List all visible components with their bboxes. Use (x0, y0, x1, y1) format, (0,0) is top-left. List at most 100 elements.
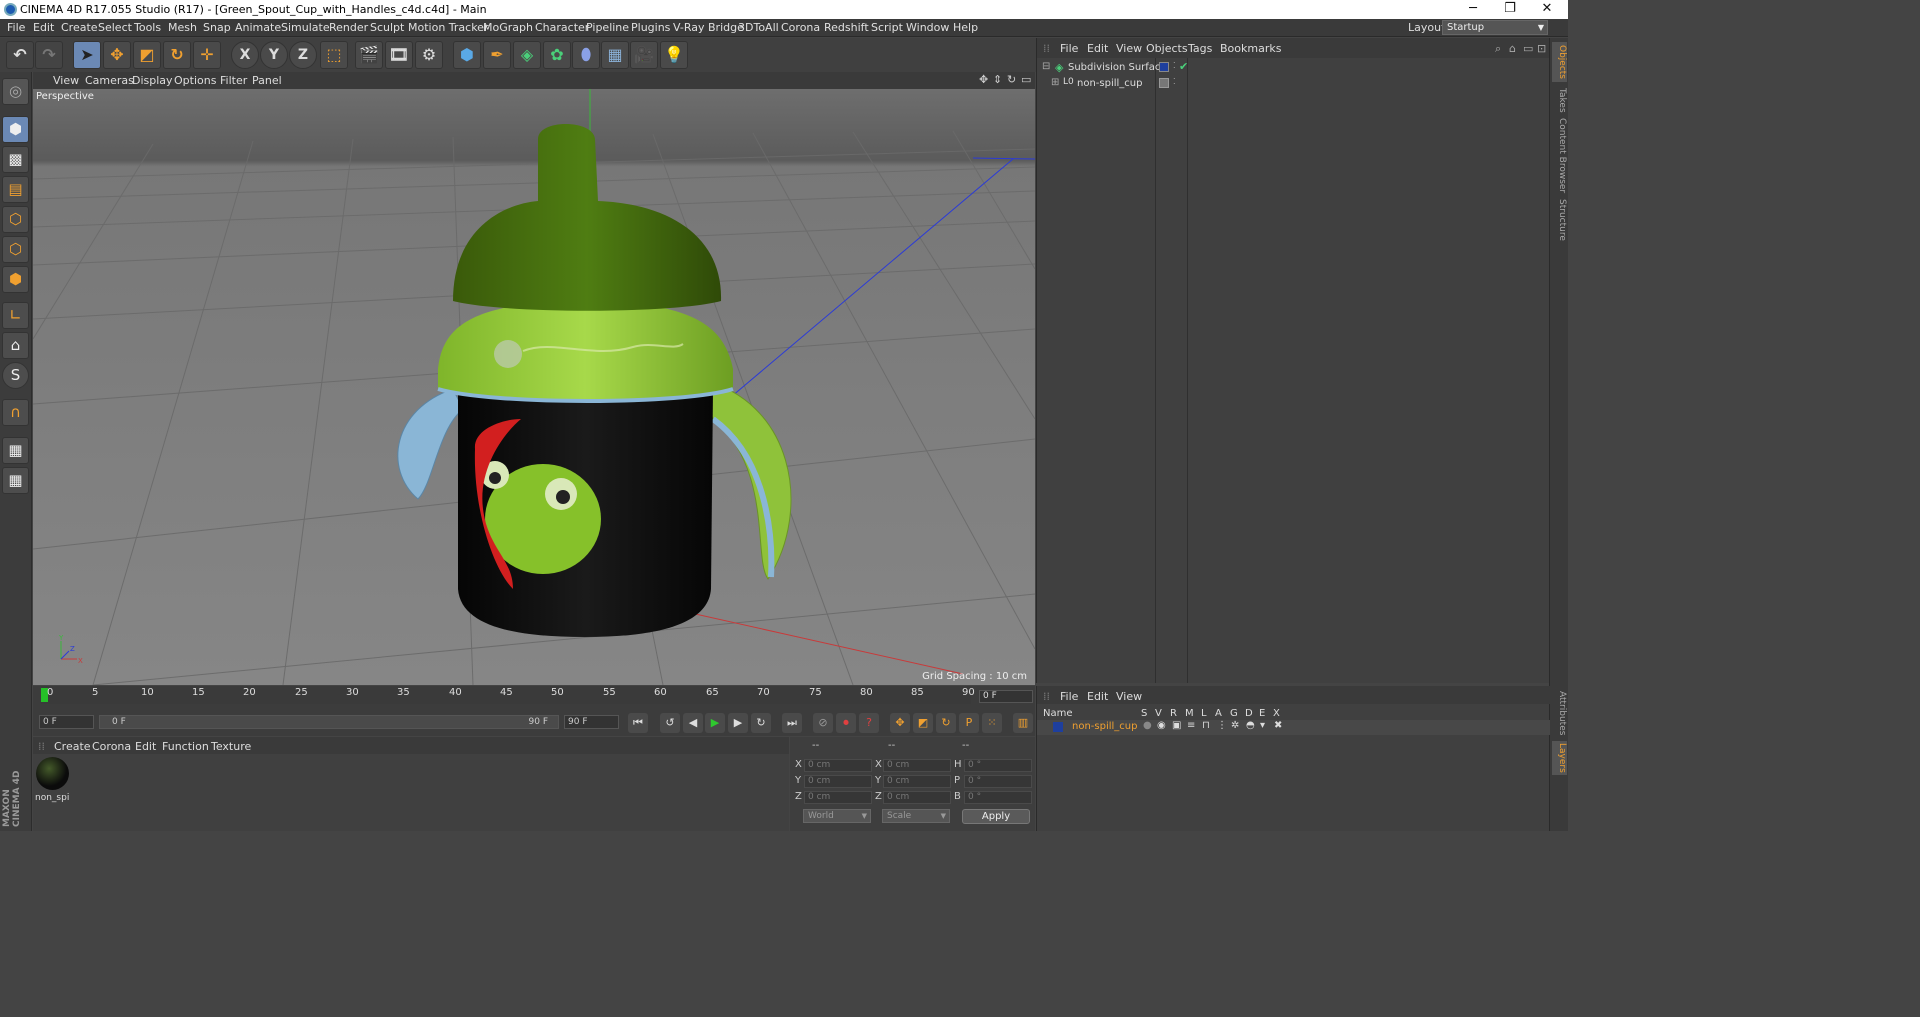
close-button[interactable]: ✕ (1530, 0, 1564, 19)
model-mode-button[interactable]: ⬢ (2, 116, 29, 143)
light-object-button[interactable]: 💡 (660, 41, 688, 69)
select-tool-button[interactable]: ➤ (73, 41, 101, 69)
perspective-viewport[interactable]: Perspective Y X Z Grid Spacing : 10 cm (33, 89, 1035, 685)
render-icon[interactable]: ▣ (1172, 720, 1181, 731)
record-keys-button[interactable]: ⊘ (813, 713, 833, 733)
expression-icon[interactable]: ▾ (1260, 720, 1265, 731)
goto-end-button[interactable]: ⏭ (782, 713, 802, 733)
object-row-subdivision-surface[interactable]: ⊟ ◈ Subdivision Surface ⁚ ✔ (1037, 60, 1550, 76)
matmgr-menu-corona[interactable]: Corona (92, 740, 131, 753)
viewport-rotate-icon[interactable]: ↻ (1007, 73, 1019, 86)
play-button[interactable]: ▶ (705, 713, 725, 733)
home-icon[interactable]: ⌂ (1509, 42, 1516, 55)
axis-x-button[interactable]: X (231, 41, 259, 69)
menu-script[interactable]: Script (871, 21, 903, 34)
prev-frame-button[interactable]: ◀ (683, 713, 703, 733)
position-y-field[interactable]: 0 cm (804, 775, 872, 788)
keyframe-selection-button[interactable]: ? (859, 713, 879, 733)
visibility-dots-icon[interactable]: ⁚ (1173, 77, 1176, 86)
layer-color-swatch[interactable] (1159, 78, 1169, 88)
generator-icon[interactable]: ✲ (1231, 720, 1239, 731)
object-row-non-spill-cup[interactable]: ⊞ L0 non-spill_cup ⁚ (1037, 76, 1550, 92)
make-editable-button[interactable]: ◎ (2, 78, 29, 105)
menu-tools[interactable]: Tools (134, 21, 161, 34)
menu-mograph[interactable]: MoGraph (483, 21, 533, 34)
coordinate-system-button[interactable]: ⬚ (320, 41, 348, 69)
deformer-icon[interactable]: ◓ (1246, 720, 1255, 731)
viewport-menu-display[interactable]: Display (132, 74, 173, 87)
objmgr-menu-file[interactable]: File (1060, 42, 1078, 55)
axis-z-button[interactable]: Z (289, 41, 317, 69)
expand-icon[interactable]: ⊡ (1537, 42, 1546, 55)
menu-motion-tracker[interactable]: Motion Tracker (408, 21, 488, 34)
menu-character[interactable]: Character (535, 21, 589, 34)
menu-pipeline[interactable]: Pipeline (586, 21, 629, 34)
locked-workplane-button[interactable]: ▦ (2, 437, 29, 464)
matmgr-menu-function[interactable]: Function (162, 740, 209, 753)
tweak-mode-button[interactable]: ⌂ (2, 332, 29, 359)
layer-color-swatch[interactable] (1053, 722, 1063, 732)
camera-object-button[interactable]: 🎥 (630, 41, 658, 69)
menu-animate[interactable]: Animate (235, 21, 281, 34)
render-settings-button[interactable]: ⚙ (415, 41, 443, 69)
position-z-field[interactable]: 0 cm (804, 791, 872, 804)
objmgr-menu-edit[interactable]: Edit (1087, 42, 1108, 55)
menu-redshift[interactable]: Redshift (824, 21, 869, 34)
menu-corona[interactable]: Corona (781, 21, 820, 34)
axis-mode-button[interactable]: ∟ (2, 302, 29, 329)
move-tool-button[interactable]: ✥ (103, 41, 131, 69)
timeline-ruler[interactable]: 0 5 10 15 20 25 30 35 40 45 50 55 60 65 … (41, 686, 975, 704)
edges-mode-button[interactable]: ⬡ (2, 236, 29, 263)
coordinate-space-select[interactable]: World ▼ (803, 809, 871, 823)
autokey-button[interactable]: ⏺ (836, 713, 856, 733)
manager-icon[interactable]: ≡ (1187, 720, 1195, 731)
key-pla-button[interactable]: ⁙ (982, 713, 1002, 733)
objmgr-menu-tags[interactable]: Tags (1188, 42, 1212, 55)
size-z-field[interactable]: 0 cm (883, 791, 951, 804)
start-frame-field[interactable]: 0 F (39, 715, 94, 729)
end-frame-field[interactable]: 90 F (564, 715, 619, 729)
menu-create[interactable]: Create (61, 21, 98, 34)
solo-dot-icon[interactable]: ● (1143, 720, 1152, 731)
menu-vray-bridge[interactable]: V-Ray Bridge (673, 21, 744, 34)
pen-spline-button[interactable]: ✒ (483, 41, 511, 69)
apply-button[interactable]: Apply (962, 809, 1030, 824)
goto-start-button[interactable]: ⏮ (628, 713, 648, 733)
viewport-menu-options[interactable]: Options (174, 74, 216, 87)
rotation-p-field[interactable]: 0 ° (964, 775, 1032, 788)
planar-workplane-button[interactable]: ▦ (2, 467, 29, 494)
next-key-button[interactable]: ↻ (751, 713, 771, 733)
layermgr-menu-file[interactable]: File (1060, 690, 1078, 703)
render-picture-viewer-button[interactable]: 🎞 (385, 41, 413, 69)
menu-file[interactable]: File (7, 21, 25, 34)
transform-tool-button[interactable]: ✛ (193, 41, 221, 69)
workplane-mode-button[interactable]: ▤ (2, 176, 29, 203)
matmgr-menu-edit[interactable]: Edit (135, 740, 156, 753)
matmgr-menu-create[interactable]: Create (54, 740, 91, 753)
polygons-mode-button[interactable]: ⬢ (2, 266, 29, 293)
menu-simulate[interactable]: Simulate (281, 21, 330, 34)
objmgr-menu-view[interactable]: View (1116, 42, 1142, 55)
layer-row[interactable]: non-spill_cup ● ◉ ▣ ≡ ⊓ ⋮ ✲ ◓ ▾ ✖ (1037, 720, 1550, 735)
objmgr-menu-bookmarks[interactable]: Bookmarks (1220, 42, 1281, 55)
menu-3dtoall[interactable]: 3DToAll (738, 21, 779, 34)
key-position-button[interactable]: ✥ (890, 713, 910, 733)
menu-plugins[interactable]: Plugins (631, 21, 670, 34)
viewport-menu-cameras[interactable]: Cameras (85, 74, 134, 87)
menu-help[interactable]: Help (953, 21, 978, 34)
tab-takes[interactable]: Takes (1552, 86, 1567, 114)
menu-snap[interactable]: Snap (203, 21, 231, 34)
floor-object-button[interactable]: ▦ (601, 41, 629, 69)
viewport-menu-panel[interactable]: Panel (252, 74, 282, 87)
rotate-tool-button[interactable]: ↻ (163, 41, 191, 69)
axis-y-button[interactable]: Y (260, 41, 288, 69)
prev-key-button[interactable]: ↺ (660, 713, 680, 733)
tab-objects[interactable]: Objects (1552, 42, 1567, 82)
expand-icon[interactable]: ⊞ (1051, 77, 1059, 88)
material-thumbnail[interactable] (36, 757, 69, 790)
menu-edit[interactable]: Edit (33, 21, 54, 34)
current-frame-field[interactable]: 0 F (979, 690, 1033, 703)
menu-window[interactable]: Window (906, 21, 949, 34)
size-y-field[interactable]: 0 cm (883, 775, 951, 788)
menu-mesh[interactable]: Mesh (168, 21, 197, 34)
